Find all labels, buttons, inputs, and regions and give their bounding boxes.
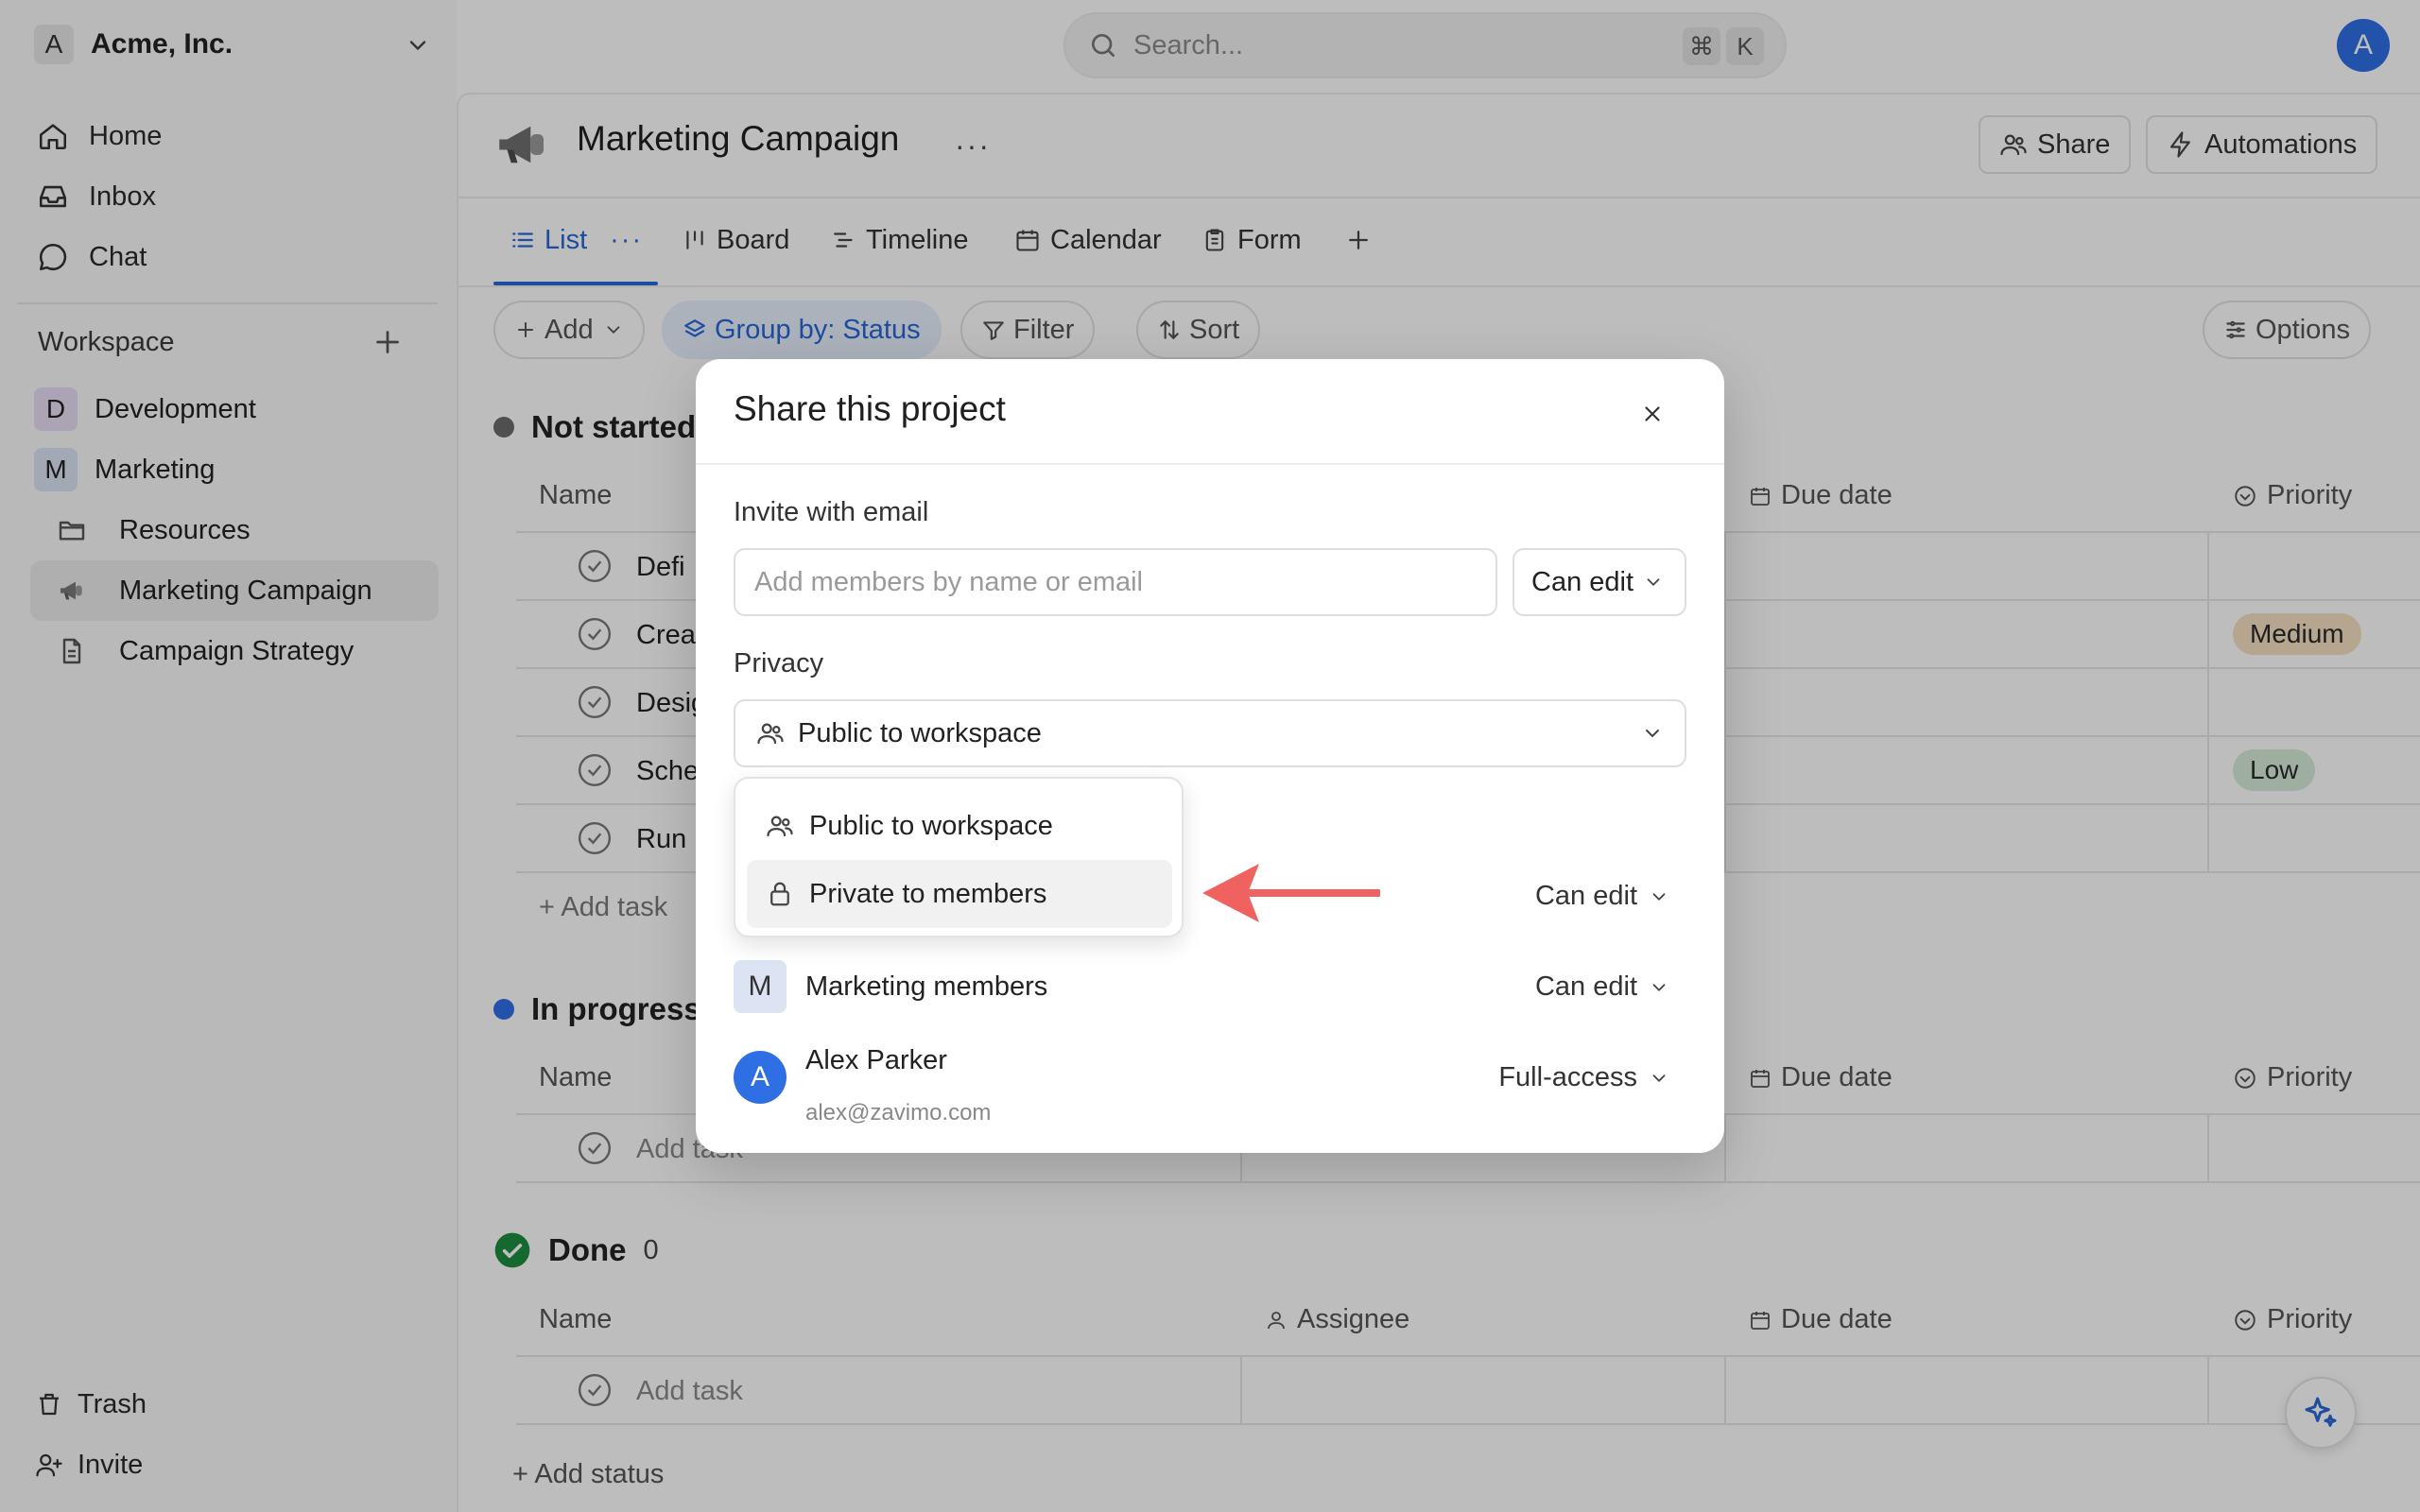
member-permission-select[interactable]: Can edit xyxy=(1535,971,1669,1003)
privacy-option-public[interactable]: Public to workspace xyxy=(747,792,1172,860)
privacy-select[interactable]: Public to workspace xyxy=(734,699,1686,767)
chevron-down-icon xyxy=(1649,977,1669,998)
invite-label: Invite with email xyxy=(734,497,929,527)
member-row-alex: A Alex Parker alex@zavimo.com Full-acces… xyxy=(734,1043,1686,1125)
privacy-value: Public to workspace xyxy=(798,717,1042,748)
member-name: Alex Parker xyxy=(805,1045,947,1075)
invite-placeholder: Add members by name or email xyxy=(754,566,1143,597)
invite-permission-select[interactable]: Can edit xyxy=(1512,548,1686,616)
privacy-dropdown-menu: Public to workspace Private to members xyxy=(734,777,1184,937)
option-label: Private to members xyxy=(809,878,1047,909)
privacy-option-private[interactable]: Private to members xyxy=(747,860,1172,928)
permission-value: Can edit xyxy=(1534,881,1637,911)
permission-value: Can edit xyxy=(1534,971,1637,1002)
users-icon xyxy=(756,719,785,747)
member-avatar: M xyxy=(734,960,786,1013)
option-label: Public to workspace xyxy=(809,810,1053,841)
member-name: Marketing members xyxy=(805,971,1048,1002)
privacy-label: Privacy xyxy=(734,648,824,679)
close-button[interactable] xyxy=(1632,393,1673,435)
dialog-divider xyxy=(696,463,1724,465)
member-row-marketing: M Marketing members Can edit xyxy=(734,953,1686,1021)
permission-value: Full-access xyxy=(1498,1062,1637,1092)
chevron-down-icon xyxy=(1649,886,1669,907)
users-icon xyxy=(766,812,794,840)
close-icon xyxy=(1640,402,1665,426)
share-project-dialog: Share this project Invite with email Add… xyxy=(696,359,1724,1153)
member-avatar: A xyxy=(734,1051,786,1104)
member-permission-select[interactable]: Can edit xyxy=(1535,881,1669,912)
lock-icon xyxy=(766,880,794,908)
member-email: alex@zavimo.com xyxy=(805,1100,992,1125)
invite-email-input[interactable]: Add members by name or email xyxy=(734,548,1497,616)
chevron-down-icon xyxy=(1643,572,1664,593)
member-permission-select[interactable]: Full-access xyxy=(1498,1062,1669,1093)
dialog-title: Share this project xyxy=(734,389,1006,428)
permission-value: Can edit xyxy=(1531,566,1634,597)
chevron-down-icon xyxy=(1641,722,1664,745)
chevron-down-icon xyxy=(1649,1068,1669,1089)
annotation-arrow-icon xyxy=(1199,860,1380,926)
